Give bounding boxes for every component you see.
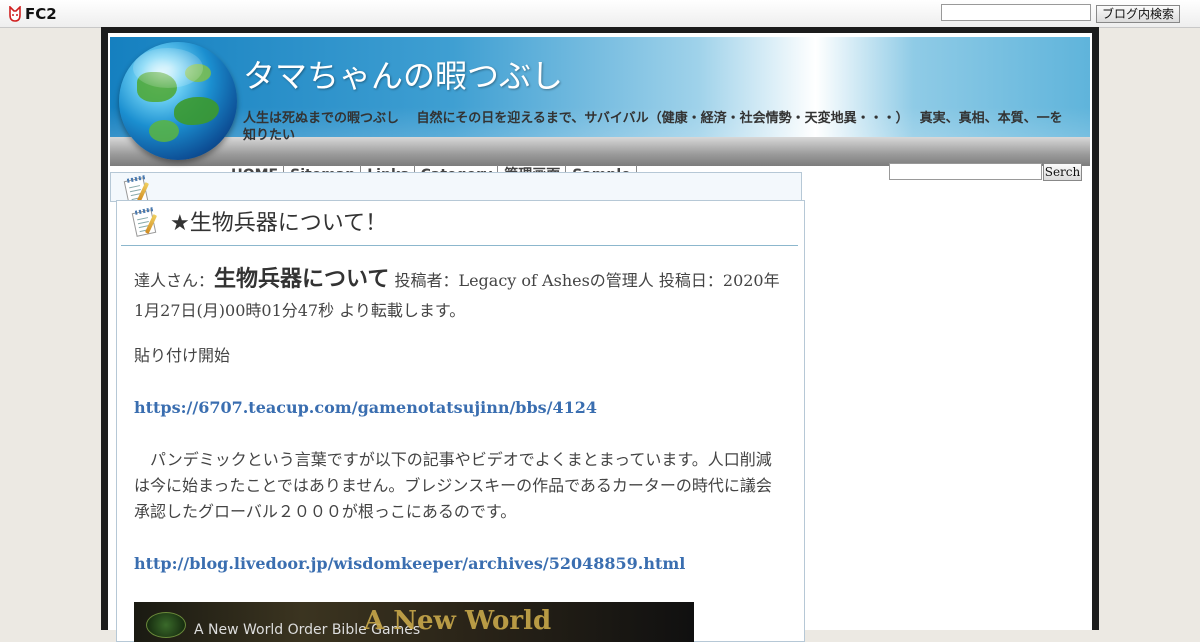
entry-intro: 達人さん：生物兵器について 投稿者：Legacy of Ashesの管理人 投稿… bbox=[134, 265, 784, 326]
sidebar-search-input[interactable] bbox=[889, 163, 1042, 180]
paste-start-text: 貼り付け開始 bbox=[134, 346, 231, 365]
fc2-toolbar: FC2 ブログ内検索 bbox=[0, 0, 1200, 28]
entry-paragraph: パンデミックという言葉ですが以下の記事やビデオでよくまとまっています。人口削減は… bbox=[134, 450, 772, 521]
globe-icon bbox=[119, 42, 237, 160]
blog-search-button[interactable]: ブログ内検索 bbox=[1096, 5, 1180, 23]
fc2-logo[interactable]: FC2 bbox=[8, 4, 57, 24]
title-divider bbox=[121, 245, 798, 246]
source-link-teacup[interactable]: https://6707.teacup.com/gamenotatsujinn/… bbox=[134, 395, 597, 421]
entry-title[interactable]: ★生物兵器について！ bbox=[170, 210, 387, 238]
source-link-livedoor[interactable]: http://blog.livedoor.jp/wisdomkeeper/arc… bbox=[134, 551, 685, 577]
intro-heading: 生物兵器について bbox=[214, 267, 390, 292]
entry-tab-strip bbox=[110, 172, 802, 202]
fc2-logo-text: FC2 bbox=[25, 5, 57, 23]
video-overlay-text: A New World bbox=[364, 606, 552, 636]
memo-icon bbox=[131, 207, 158, 237]
embedded-video[interactable]: A New World Order Bible Games A New Worl… bbox=[134, 602, 694, 642]
sidebar-search-button[interactable]: Serch bbox=[1043, 163, 1082, 181]
blog-title[interactable]: タマちゃんの暇つぶし bbox=[243, 55, 563, 97]
intro-prefix: 達人さん： bbox=[134, 271, 215, 290]
blog-search-input[interactable] bbox=[941, 4, 1091, 21]
video-channel-logo[interactable] bbox=[146, 612, 186, 638]
blog-description: 人生は死ぬまでの暇つぶし 自然にその日を迎えるまで、サバイバル（健康・経済・社会… bbox=[243, 111, 1063, 143]
fc2-fox-icon bbox=[8, 5, 22, 22]
